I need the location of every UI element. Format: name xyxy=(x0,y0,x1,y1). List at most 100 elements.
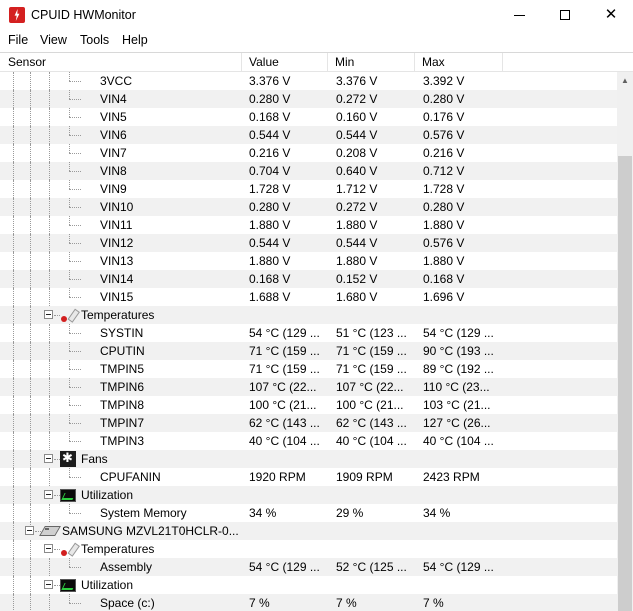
scroll-thumb[interactable] xyxy=(618,156,632,611)
sensor-row[interactable]: VIN5 0.168 V 0.160 V 0.176 V xyxy=(0,108,617,126)
close-button[interactable]: ✕ xyxy=(588,0,633,30)
tree-line xyxy=(30,198,31,216)
tree-branch xyxy=(69,369,81,370)
sensor-row[interactable]: VIN14 0.168 V 0.152 V 0.168 V xyxy=(0,270,617,288)
menu-tools[interactable]: Tools xyxy=(80,33,109,47)
tree-branch xyxy=(69,171,81,172)
tree-line xyxy=(69,108,70,117)
sensor-max: 0.576 V xyxy=(423,236,465,250)
column-max[interactable]: Max xyxy=(415,53,503,72)
sensor-max: 0.176 V xyxy=(423,110,465,124)
sensor-row[interactable]: VIN13 1.880 V 1.880 V 1.880 V xyxy=(0,252,617,270)
sensor-max: 2423 RPM xyxy=(423,470,480,484)
tree-branch xyxy=(69,243,81,244)
tree-branch xyxy=(69,405,81,406)
sensor-min: 0.208 V xyxy=(336,146,378,160)
sensor-row[interactable]: TMPIN3 40 °C (104 ... 40 °C (104 ... 40 °C … xyxy=(0,432,617,450)
collapse-icon[interactable] xyxy=(44,454,53,463)
sensor-min: 1909 RPM xyxy=(336,470,393,484)
tree-line xyxy=(49,288,50,306)
sensor-min: 3.376 V xyxy=(336,74,378,88)
tree-branch xyxy=(69,513,81,514)
sensor-group-row[interactable]: Utilization xyxy=(0,576,617,594)
collapse-icon[interactable] xyxy=(44,544,53,553)
sensor-label: VIN7 xyxy=(100,146,127,160)
tree-line xyxy=(13,558,14,576)
tree-line xyxy=(13,234,14,252)
tree-line xyxy=(69,162,70,171)
sensor-max: 3.392 V xyxy=(423,74,465,88)
sensor-label: TMPIN5 xyxy=(100,362,145,376)
sensor-group-row[interactable]: Utilization xyxy=(0,486,617,504)
sensor-max: 34 % xyxy=(423,506,451,520)
tree-branch xyxy=(69,279,81,280)
column-min[interactable]: Min xyxy=(328,53,415,72)
sensor-row[interactable]: VIN10 0.280 V 0.272 V 0.280 V xyxy=(0,198,617,216)
sensor-row[interactable]: VIN11 1.880 V 1.880 V 1.880 V xyxy=(0,216,617,234)
minimize-button[interactable] xyxy=(496,0,542,30)
tree-line xyxy=(13,486,14,504)
sensor-row[interactable]: Assembly 54 °C (129 ... 52 °C (125 ... 54 °… xyxy=(0,558,617,576)
tree-line xyxy=(49,198,50,216)
sensor-min: 1.880 V xyxy=(336,254,378,268)
sensor-max: 0.216 V xyxy=(423,146,465,160)
tree-line xyxy=(49,180,50,198)
sensor-row[interactable]: TMPIN8 100 °C (21... 100 °C (21... 103 °C (… xyxy=(0,396,617,414)
sensor-min: 0.544 V xyxy=(336,128,378,142)
sensor-row[interactable]: VIN8 0.704 V 0.640 V 0.712 V xyxy=(0,162,617,180)
sensor-row[interactable]: SYSTIN 54 °C (129 ... 51 °C (123 ... 54 °C … xyxy=(0,324,617,342)
tree-line xyxy=(69,198,70,207)
tree-line xyxy=(13,216,14,234)
sensor-row[interactable]: System Memory 34 % 29 % 34 % xyxy=(0,504,617,522)
sensor-max: 0.280 V xyxy=(423,92,465,106)
menu-file[interactable]: File xyxy=(8,33,28,47)
tree-line xyxy=(49,324,50,342)
scroll-up-icon[interactable]: ▲ xyxy=(617,72,633,89)
maximize-button[interactable] xyxy=(542,0,588,30)
sensor-row[interactable]: VIN7 0.216 V 0.208 V 0.216 V xyxy=(0,144,617,162)
tree-line xyxy=(13,306,14,324)
sensor-row[interactable]: TMPIN6 107 °C (22... 107 °C (22... 110 °C (… xyxy=(0,378,617,396)
tree-line xyxy=(69,234,70,243)
sensor-row[interactable]: Space (c:) 7 % 7 % 7 % xyxy=(0,594,617,611)
vertical-scrollbar[interactable]: ▲ xyxy=(617,72,633,611)
tree-line xyxy=(13,468,14,486)
sensor-label: TMPIN7 xyxy=(100,416,145,430)
sensor-group-row[interactable]: Temperatures xyxy=(0,540,617,558)
collapse-icon[interactable] xyxy=(44,310,53,319)
sensor-row[interactable]: VIN15 1.688 V 1.680 V 1.696 V xyxy=(0,288,617,306)
menu-view[interactable]: View xyxy=(40,33,67,47)
sensor-value: 71 °C (159 ... xyxy=(249,344,320,358)
device-row[interactable]: SAMSUNG MZVL21T0HCLR-0... xyxy=(0,522,617,540)
sensor-value: 1920 RPM xyxy=(249,470,306,484)
sensor-row[interactable]: VIN4 0.280 V 0.272 V 0.280 V xyxy=(0,90,617,108)
sensor-value: 54 °C (129 ... xyxy=(249,326,320,340)
sensor-row[interactable]: TMPIN7 62 °C (143 ... 62 °C (143 ... 127 °C… xyxy=(0,414,617,432)
sensor-row[interactable]: VIN6 0.544 V 0.544 V 0.576 V xyxy=(0,126,617,144)
tree-line xyxy=(30,288,31,306)
sensor-min: 0.544 V xyxy=(336,236,378,250)
sensor-group-row[interactable]: Fans xyxy=(0,450,617,468)
sensor-row[interactable]: CPUTIN 71 °C (159 ... 71 °C (159 ... 90 °C … xyxy=(0,342,617,360)
sensor-group-row[interactable]: Temperatures xyxy=(0,306,617,324)
sensor-value: 0.168 V xyxy=(249,272,291,286)
column-sensor[interactable]: Sensor xyxy=(0,53,242,72)
collapse-icon[interactable] xyxy=(25,526,34,535)
sensor-min: 0.160 V xyxy=(336,110,378,124)
tree-line xyxy=(49,270,50,288)
sensor-row[interactable]: TMPIN5 71 °C (159 ... 71 °C (159 ... 89 °C … xyxy=(0,360,617,378)
tree-line xyxy=(69,288,70,297)
sensor-row[interactable]: CPUFANIN 1920 RPM 1909 RPM 2423 RPM xyxy=(0,468,617,486)
collapse-icon[interactable] xyxy=(44,580,53,589)
column-value[interactable]: Value xyxy=(242,53,328,72)
sensor-row[interactable]: VIN12 0.544 V 0.544 V 0.576 V xyxy=(0,234,617,252)
menu-help[interactable]: Help xyxy=(122,33,148,47)
sensor-row[interactable]: VIN9 1.728 V 1.712 V 1.728 V xyxy=(0,180,617,198)
collapse-icon[interactable] xyxy=(44,490,53,499)
tree-line xyxy=(13,90,14,108)
sensor-row[interactable]: 3VCC 3.376 V 3.376 V 3.392 V xyxy=(0,72,617,90)
sensor-min: 0.272 V xyxy=(336,92,378,106)
tree-line xyxy=(13,396,14,414)
tree-line xyxy=(69,270,70,279)
sensor-max: 90 °C (193 ... xyxy=(423,344,494,358)
